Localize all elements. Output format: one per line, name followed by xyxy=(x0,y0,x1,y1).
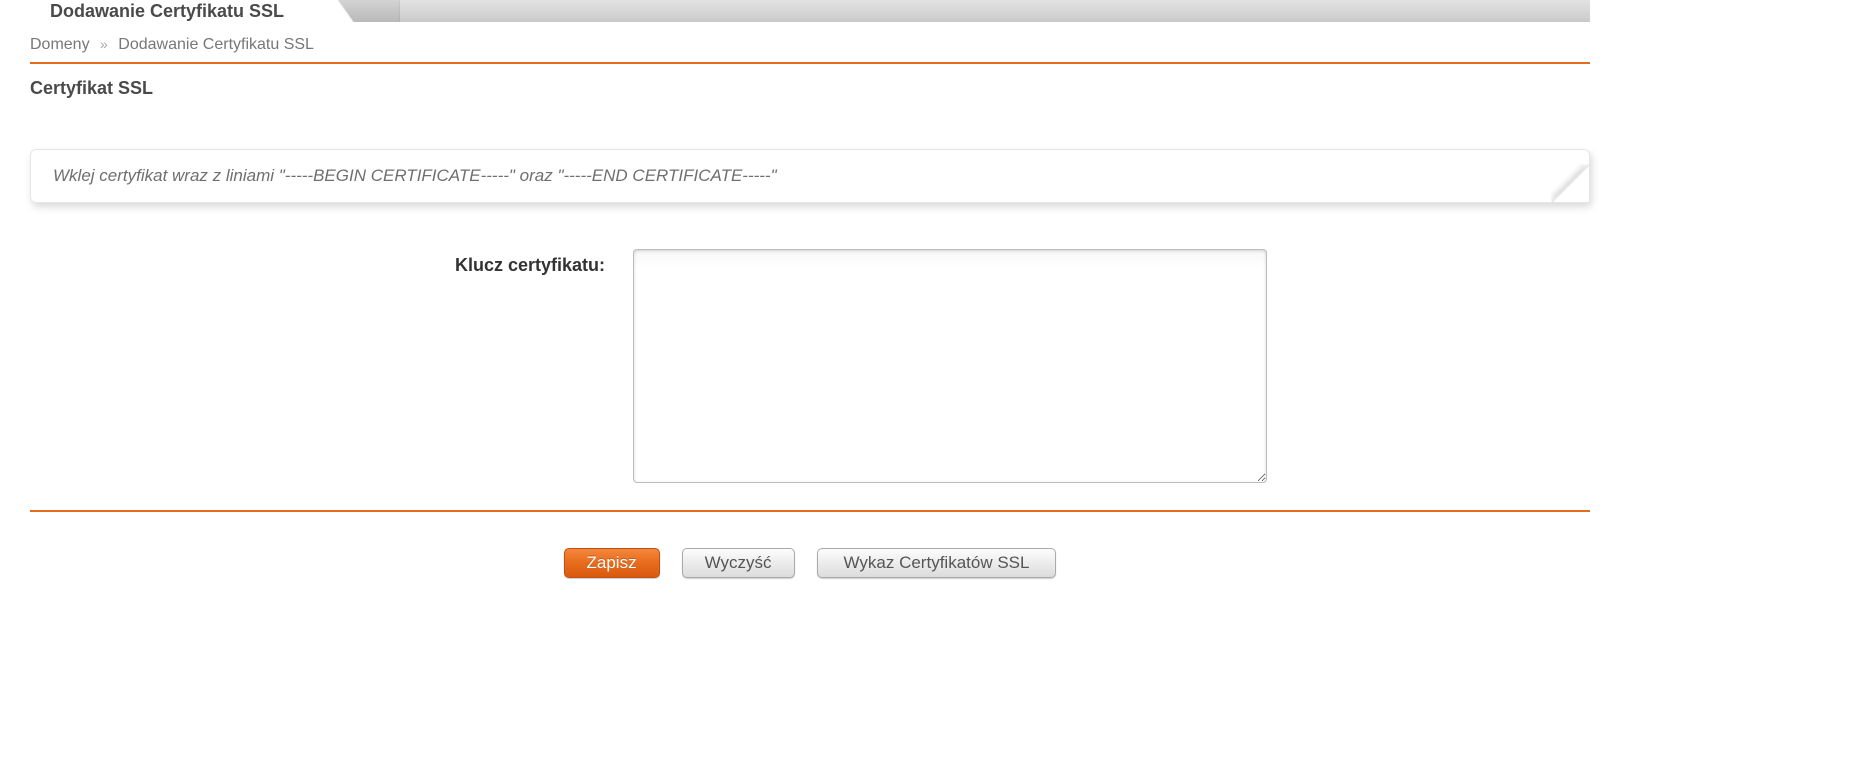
active-tab-label: Dodawanie Certyfikatu SSL xyxy=(50,1,284,21)
button-row: Zapisz Wyczyść Wykaz Certyfikatów SSL xyxy=(30,548,1590,578)
breadcrumb-item-domeny[interactable]: Domeny xyxy=(30,36,90,53)
breadcrumb-separator: » xyxy=(94,36,114,52)
save-button[interactable]: Zapisz xyxy=(564,548,660,578)
certificate-key-label: Klucz certyfikatu: xyxy=(30,249,633,276)
active-tab[interactable]: Dodawanie Certyfikatu SSL xyxy=(30,0,304,22)
breadcrumb: Domeny » Dodawanie Certyfikatu SSL xyxy=(30,32,1590,64)
breadcrumb-item-current: Dodawanie Certyfikatu SSL xyxy=(118,36,314,53)
section-title: Certyfikat SSL xyxy=(30,78,1590,99)
ssl-list-button[interactable]: Wykaz Certyfikatów SSL xyxy=(817,548,1057,578)
section-divider xyxy=(30,510,1590,512)
tab-header: Dodawanie Certyfikatu SSL xyxy=(30,0,1590,22)
info-banner: Wklej certyfikat wraz z liniami "-----BE… xyxy=(30,149,1590,203)
clear-button[interactable]: Wyczyść xyxy=(682,548,795,578)
certificate-key-textarea[interactable] xyxy=(633,249,1267,483)
form-row-certificate-key: Klucz certyfikatu: xyxy=(30,249,1590,486)
page-curl-icon xyxy=(1551,164,1589,202)
info-banner-text: Wklej certyfikat wraz z liniami "-----BE… xyxy=(53,166,777,185)
